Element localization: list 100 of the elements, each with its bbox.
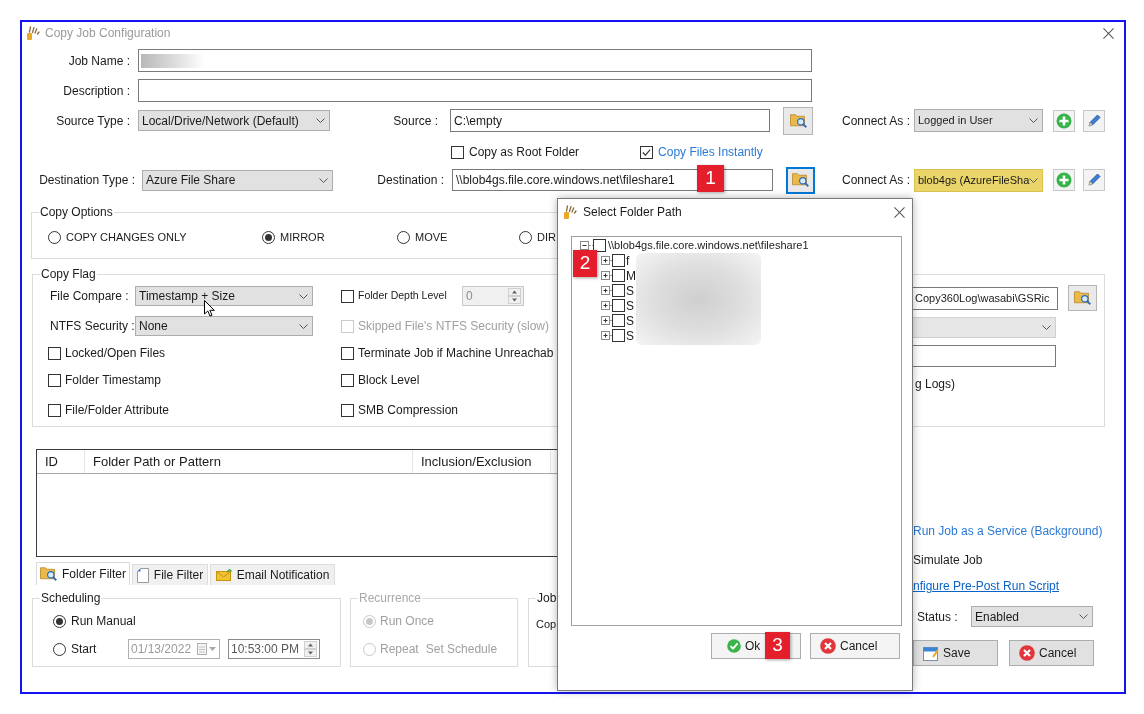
folder-search-icon	[40, 567, 57, 581]
script-link[interactable]: nfigure Pre-Post Run Script	[913, 579, 1118, 593]
radio-label: Repeat	[380, 641, 419, 658]
radio-label: Start	[71, 641, 98, 658]
checkbox[interactable]	[341, 346, 354, 360]
checkmark-icon	[642, 148, 652, 156]
checkbox[interactable]	[451, 145, 464, 159]
status-dropdown[interactable]: Enabled	[971, 606, 1093, 627]
radio-button[interactable]	[48, 230, 61, 244]
expand-box-icon[interactable]	[601, 316, 610, 325]
edit-button[interactable]	[1083, 169, 1105, 191]
document-icon	[136, 567, 149, 583]
expand-box-icon[interactable]	[601, 301, 610, 310]
checkbox-label: Copy Files Instantly	[658, 144, 763, 161]
step-badge: 2	[573, 250, 597, 277]
column-header[interactable]: Inclusion/Exclusion	[413, 450, 551, 473]
column-header[interactable]: ID	[37, 450, 85, 473]
checkbox[interactable]	[341, 289, 354, 303]
folder-search-icon	[789, 113, 807, 128]
checkbox[interactable]	[48, 373, 61, 387]
checkbox-label: Locked/Open Files	[65, 345, 166, 362]
expand-box-icon[interactable]	[601, 256, 610, 265]
radio-label: MIRROR	[280, 229, 325, 245]
description-field[interactable]	[138, 79, 812, 102]
field-label: Source Type :	[55, 112, 130, 130]
checkbox[interactable]	[612, 269, 625, 282]
path-field[interactable]: C:\empty	[450, 109, 770, 132]
radio-label: Run Once	[380, 613, 435, 630]
checkbox-label: Folder Timestamp	[65, 372, 162, 389]
cancel-button[interactable]: Cancel	[810, 633, 900, 659]
radio-button[interactable]	[397, 230, 410, 244]
browse-button[interactable]	[786, 166, 815, 194]
field-label: Status :	[917, 608, 959, 626]
close-icon[interactable]	[1103, 27, 1114, 39]
checkbox-label: Folder Depth Level	[358, 288, 448, 304]
expand-box-icon[interactable]	[601, 271, 610, 280]
checkbox-label: Copy as Root Folder	[469, 144, 580, 161]
checkbox-label: SMB Compression	[358, 402, 459, 419]
service-link[interactable]: Run Job as a Service (Background)	[913, 524, 1118, 538]
checkbox[interactable]	[640, 145, 654, 159]
log-path-field[interactable]: Copy360Log\wasabi\GSRic	[912, 286, 1058, 310]
job-name-field[interactable]	[138, 49, 812, 72]
checkbox[interactable]	[612, 329, 625, 342]
checkbox[interactable]	[48, 403, 61, 417]
edit-button[interactable]	[1083, 109, 1105, 132]
checkbox[interactable]	[48, 346, 61, 360]
checkbox[interactable]	[341, 403, 354, 417]
type-dropdown[interactable]: Local/Drive/Network (Default)	[138, 110, 330, 131]
radio-label: DIR	[537, 229, 556, 245]
checkbox[interactable]	[341, 373, 354, 387]
field-label: Job Name :	[67, 52, 130, 70]
expand-box-icon[interactable]	[601, 286, 610, 295]
tab[interactable]: File Filter	[132, 564, 208, 585]
close-icon[interactable]	[894, 206, 905, 218]
tab[interactable]: Folder Filter	[36, 562, 130, 585]
radio-button[interactable]	[262, 230, 275, 244]
checkbox[interactable]	[612, 254, 625, 267]
connect-as-dropdown[interactable]: blob4gs (AzureFileSha	[914, 168, 1043, 192]
radio-button[interactable]	[519, 230, 532, 244]
tree-node-label[interactable]: \\blob4gs.file.core.windows.net\fileshare1	[608, 237, 809, 254]
radio-button[interactable]	[53, 614, 66, 628]
browse-button[interactable]	[783, 106, 813, 135]
folder-search-icon	[792, 173, 809, 187]
group-title: Scheduling	[40, 591, 102, 605]
radio-label: COPY CHANGES ONLY	[66, 229, 187, 245]
spin-arrows-icon[interactable]	[304, 641, 317, 657]
browse-button[interactable]	[1068, 285, 1097, 311]
ntfs-security-dropdown[interactable]: None	[135, 316, 313, 336]
save-button[interactable]: Save	[913, 640, 998, 666]
field-label: Source :	[392, 112, 438, 130]
step-badge: 3	[765, 632, 790, 659]
chevron-down-icon	[299, 293, 308, 299]
checkbox[interactable]	[612, 314, 625, 327]
option-label: Simulate Job	[913, 553, 984, 567]
column-header[interactable]: Folder Path or Pattern	[85, 450, 413, 473]
window-title: Copy Job Configuration	[45, 25, 171, 42]
app-logo-icon	[563, 205, 577, 219]
plus-icon	[1056, 172, 1072, 188]
caret-icon	[209, 647, 216, 651]
radio-button[interactable]	[53, 642, 66, 656]
field-label: NTFS Security :	[50, 318, 135, 335]
time-field[interactable]: 10:53:00 PM	[228, 639, 320, 659]
checkbox[interactable]	[593, 239, 606, 252]
checkbox-label: File/Folder Attribute	[65, 402, 170, 419]
collapse-box-icon[interactable]	[580, 241, 589, 250]
connect-as-dropdown[interactable]: Logged in User	[914, 109, 1043, 132]
chevron-down-icon	[319, 177, 328, 183]
checkbox[interactable]	[612, 284, 625, 297]
app-logo-icon	[26, 26, 40, 40]
cancel-button[interactable]: Cancel	[1009, 640, 1094, 666]
type-dropdown[interactable]: Azure File Share	[142, 169, 333, 191]
add-button[interactable]	[1053, 109, 1075, 132]
text-field[interactable]	[912, 345, 1056, 367]
file-compare-dropdown[interactable]: Timestamp + Size	[135, 286, 313, 306]
add-button[interactable]	[1053, 169, 1075, 191]
chevron-down-icon	[1042, 325, 1051, 330]
checkbox[interactable]	[612, 299, 625, 312]
tab[interactable]: Email Notification	[210, 564, 335, 585]
group-title: Copy Flag	[40, 267, 97, 281]
expand-box-icon[interactable]	[601, 331, 610, 340]
